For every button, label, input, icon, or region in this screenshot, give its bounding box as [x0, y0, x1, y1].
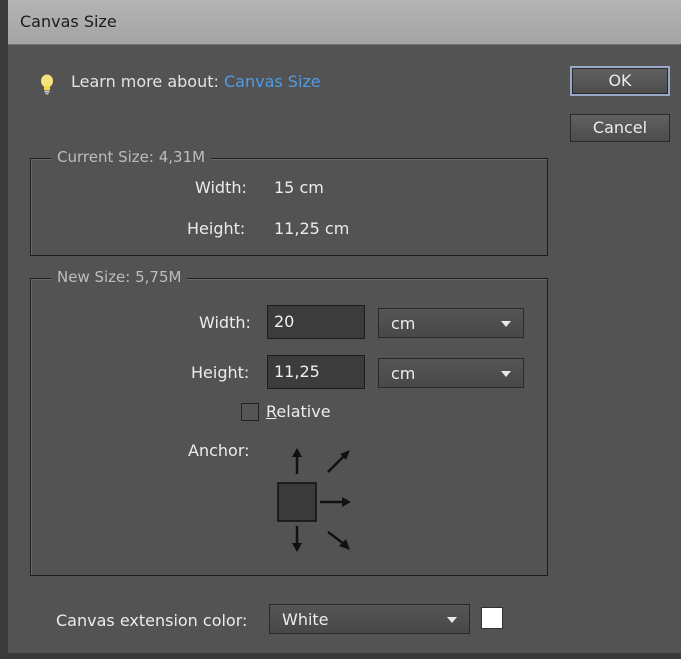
learn-more-link[interactable]: Canvas Size [224, 72, 321, 91]
current-width-label: Width: [195, 178, 247, 197]
lightbulb-icon [41, 74, 53, 95]
width-unit-value: cm [391, 314, 416, 333]
relative-accel: R [266, 402, 277, 421]
anchor-label: Anchor: [188, 441, 250, 460]
current-size-legend: Current Size: 4,31M [51, 148, 212, 166]
extension-color-label: Canvas extension color: [56, 611, 248, 630]
new-height-input[interactable]: 11,25 [267, 355, 365, 389]
arrow-down-right-icon[interactable] [327, 531, 350, 550]
new-width-label: Width: [199, 313, 251, 332]
dialog-title: Canvas Size [20, 12, 117, 31]
relative-rest: elative [276, 402, 331, 421]
chevron-down-icon [447, 617, 457, 623]
new-height-label: Height: [191, 363, 250, 382]
arrow-right-icon[interactable] [320, 497, 351, 507]
width-unit-select[interactable]: cm [378, 308, 524, 338]
new-size-legend: New Size: 5,75M [51, 268, 188, 286]
extension-color-value: White [282, 610, 329, 629]
current-height-value: 11,25 cm [274, 219, 350, 238]
height-unit-select[interactable]: cm [378, 358, 524, 388]
relative-label[interactable]: Relative [266, 402, 331, 421]
arrow-down-icon[interactable] [292, 526, 302, 552]
learn-more: Learn more about: Canvas Size [71, 72, 321, 91]
title-bar[interactable]: Canvas Size × [8, 0, 681, 45]
learn-more-prefix: Learn more about: [71, 72, 224, 91]
anchor-center[interactable] [277, 482, 317, 522]
current-height-label: Height: [187, 219, 246, 238]
height-unit-value: cm [391, 364, 416, 383]
arrow-up-right-icon[interactable] [327, 450, 350, 473]
extension-color-select[interactable]: White [269, 604, 470, 634]
new-width-input[interactable]: 20 [267, 305, 365, 339]
extension-color-swatch[interactable] [481, 607, 503, 629]
ok-button[interactable]: OK [570, 66, 670, 96]
current-width-value: 15 cm [274, 178, 324, 197]
cancel-button[interactable]: Cancel [570, 114, 670, 142]
relative-checkbox[interactable] [241, 403, 259, 421]
chevron-down-icon [501, 321, 511, 327]
current-size-group: Current Size: 4,31M [30, 148, 548, 256]
anchor-grid[interactable] [272, 440, 362, 560]
chevron-down-icon [501, 371, 511, 377]
canvas-size-dialog: Canvas Size × Learn more about: Canvas S… [0, 0, 681, 659]
arrow-up-icon[interactable] [292, 448, 302, 474]
